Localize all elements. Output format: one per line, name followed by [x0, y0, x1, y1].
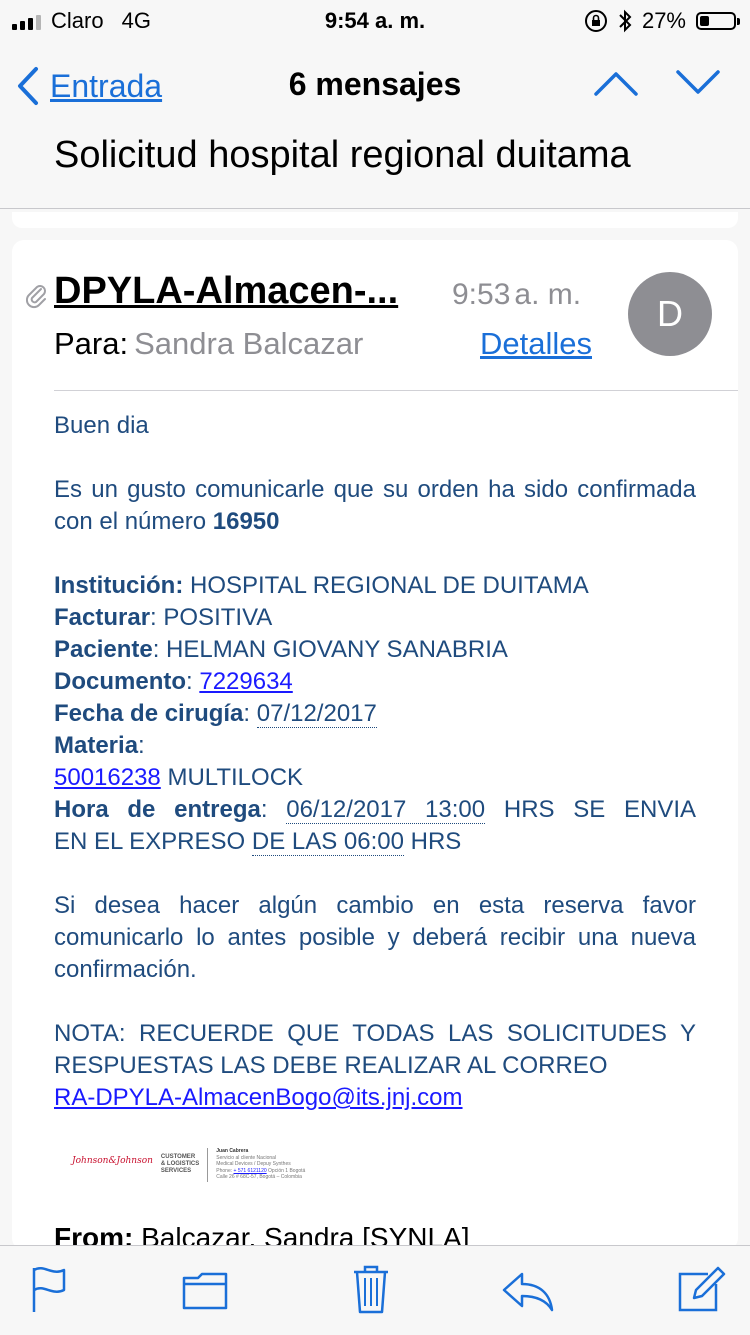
- note-text: NOTA: RECUERDE QUE TODAS LAS SOLICITUDES…: [54, 1020, 696, 1079]
- signature-phone-note: Opción 1 Bogotá: [268, 1167, 306, 1174]
- material-item: 50016238 MULTILOCK: [54, 762, 696, 794]
- email-row: RA-DPYLA-AlmacenBogo@its.jnj.com: [54, 1082, 696, 1114]
- surgery-date-label: Fecha de cirugía: [54, 700, 244, 727]
- sender-name[interactable]: DPYLA-Almacen-...: [54, 270, 398, 313]
- delivery-time[interactable]: DE LAS 06:00: [251, 828, 404, 856]
- message-header: DPYLA-Almacen-... 9:53 a. m. D Para: Sandr…: [12, 240, 738, 391]
- billing-label: Facturar: [54, 604, 151, 631]
- division-line-1: CUSTOMER: [160, 1154, 196, 1160]
- material-name: MULTILOCK: [167, 764, 304, 791]
- division-line-2: & LOGISTICS: [160, 1161, 200, 1167]
- flag-icon[interactable]: [30, 1266, 70, 1314]
- division-line-3: SERVICES: [160, 1168, 192, 1174]
- status-bar: Claro 4G 9:54 a. m. 27%: [0, 0, 750, 40]
- surgery-date-value[interactable]: 07/12/2017: [256, 700, 377, 728]
- material-label: Materia: [54, 732, 139, 759]
- avatar[interactable]: D: [628, 272, 712, 356]
- header-divider: [54, 390, 738, 391]
- battery-fill: [700, 16, 709, 26]
- navigation-bar: Entrada 6 mensajes Solicitud hospital re…: [0, 40, 750, 209]
- billing-row: Facturar: POSITIVA: [54, 602, 696, 634]
- division-label: CUSTOMER & LOGISTICS SERVICES: [161, 1154, 199, 1175]
- bluetooth-icon: [619, 9, 632, 33]
- patient-value: : HELMAN GIOVANY SANABRIA: [152, 636, 508, 663]
- signature-divider: [207, 1148, 209, 1182]
- trash-icon[interactable]: [352, 1264, 390, 1314]
- billing-value: : POSITIVA: [150, 604, 273, 631]
- message-body: Buen dia Es un gusto comunicarle que su …: [54, 410, 696, 1114]
- message-card: DPYLA-Almacen-... 9:53 a. m. D Para: Sandr…: [12, 240, 738, 1250]
- delivery-datetime[interactable]: 06/12/2017 13:00: [286, 796, 486, 824]
- next-message-button[interactable]: [676, 68, 720, 98]
- recipient-name[interactable]: Sandra Balcazar: [134, 326, 363, 361]
- institution-value: HOSPITAL REGIONAL DE DUITAMA: [190, 572, 589, 599]
- delivery-express: EN EL EXPRESO: [54, 828, 246, 855]
- greeting: Buen dia: [54, 412, 149, 439]
- reply-icon[interactable]: [502, 1272, 554, 1312]
- paperclip-icon: [26, 285, 46, 309]
- confirmation-text: Es un gusto comunicarle que su orden ha …: [54, 476, 696, 535]
- confirmation-paragraph: Es un gusto comunicarle que su orden ha …: [54, 474, 696, 538]
- signature-name: Juan Cabrera: [216, 1148, 249, 1154]
- order-number: 16950: [212, 508, 280, 535]
- document-label: Documento: [54, 668, 186, 695]
- to-label: Para:: [54, 326, 129, 361]
- details-link[interactable]: Detalles: [480, 326, 592, 362]
- message-time-value: 9:53: [452, 278, 511, 311]
- signature-info: Juan Cabrera Servicio al cliente Naciona…: [216, 1148, 305, 1181]
- previous-message-edge: [12, 212, 738, 228]
- bottom-toolbar: [0, 1245, 750, 1335]
- delivery-note: HRS SE ENVIA: [503, 796, 697, 823]
- thread-subject: Solicitud hospital regional duitama: [54, 134, 631, 176]
- email-link[interactable]: RA-DPYLA-AlmacenBogo@its.jnj.com: [54, 1084, 463, 1111]
- recipient-line: Para: Sandra Balcazar: [54, 326, 363, 362]
- message-time-suffix: a. m.: [514, 278, 582, 311]
- patient-label: Paciente: [54, 636, 153, 663]
- compose-icon[interactable]: [678, 1266, 726, 1312]
- patient-row: Paciente: HELMAN GIOVANY SANABRIA: [54, 634, 696, 666]
- delivery-row: Hora de entrega: 06/12/2017 13:00 HRS SE…: [54, 796, 697, 824]
- material-code-link[interactable]: 50016238: [54, 764, 161, 791]
- orientation-lock-icon: [584, 10, 607, 32]
- note-paragraph: NOTA: RECUERDE QUE TODAS LAS SOLICITUDES…: [54, 1018, 696, 1082]
- surgery-date-row: Fecha de cirugía: 07/12/2017: [54, 700, 377, 728]
- signature-phone[interactable]: + 571 6121120: [234, 1168, 267, 1174]
- company-logo: Johnson&Johnson: [72, 1156, 153, 1166]
- document-row: Documento: 7229634: [54, 668, 293, 695]
- signature-phone-label: Phone:: [216, 1167, 233, 1174]
- previous-message-button[interactable]: [594, 68, 638, 98]
- battery-icon: [696, 12, 740, 30]
- folder-icon[interactable]: [182, 1272, 228, 1310]
- document-link[interactable]: 7229634: [199, 668, 292, 695]
- signature: Johnson&Johnson CUSTOMER & LOGISTICS SER…: [72, 1148, 305, 1182]
- delivery-row-2: EN EL EXPRESO DE LAS 06:00 HRS: [54, 826, 696, 858]
- change-paragraph: Si desea hacer algún cambio en esta rese…: [54, 892, 696, 983]
- message-time: 9:53 a. m.: [452, 278, 581, 312]
- delivery-label: Hora de entrega: [54, 796, 261, 823]
- institution-label: Institución:: [54, 572, 184, 599]
- order-details: Institución: HOSPITAL REGIONAL DE DUITAM…: [54, 570, 696, 858]
- institution-row: Institución: HOSPITAL REGIONAL DE DUITAM…: [54, 570, 696, 602]
- delivery-unit: HRS: [410, 828, 462, 855]
- signature-address: Calle 26 # 68C-57, Bogotá – Colombia: [216, 1174, 302, 1180]
- material-row: Materia:: [54, 732, 145, 759]
- battery-percent: 27%: [641, 8, 686, 33]
